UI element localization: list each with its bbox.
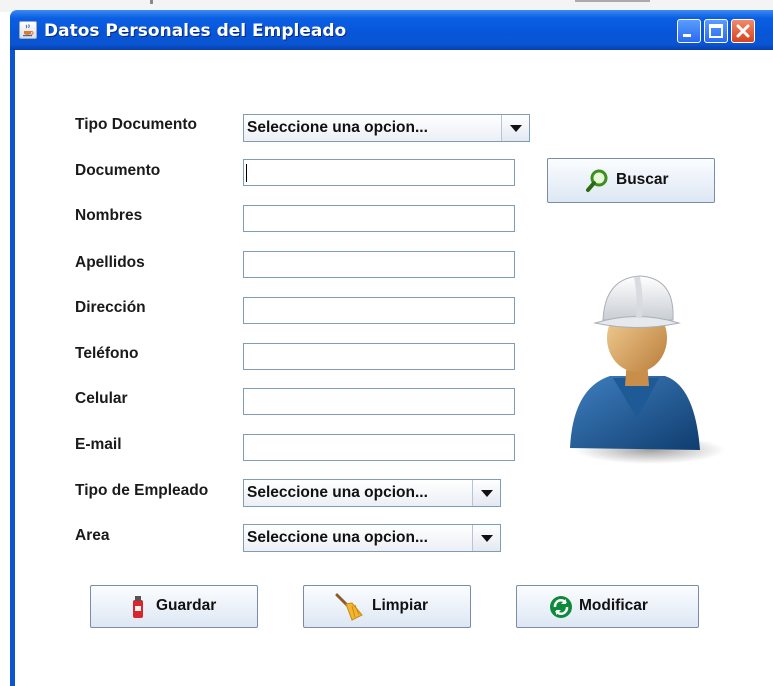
apellidos-label: Apellidos <box>75 254 145 271</box>
tipo-empleado-label: Tipo de Empleado <box>75 482 209 499</box>
modificar-button[interactable]: Modificar <box>516 585 699 628</box>
modificar-label: Modificar <box>579 597 648 614</box>
worker-hardhat-avatar-icon <box>570 275 725 464</box>
email-label: E-mail <box>75 436 122 453</box>
guardar-label: Guardar <box>156 597 217 614</box>
area-value: Seleccione una opcion... <box>247 529 428 546</box>
nombres-input[interactable] <box>243 205 515 232</box>
tipo-empleado-select[interactable]: Seleccione una opcion... <box>243 479 501 507</box>
limpiar-label: Limpiar <box>372 597 428 614</box>
magnifier-icon <box>586 169 608 192</box>
celular-label: Celular <box>75 390 128 407</box>
background-mark <box>575 0 650 2</box>
area-label: Area <box>75 527 110 544</box>
title-bar[interactable]: Datos Personales del Empleado <box>10 10 773 50</box>
direccion-input[interactable] <box>243 297 515 324</box>
documento-input[interactable] <box>243 159 515 186</box>
minimize-button[interactable] <box>677 19 701 43</box>
background-mark <box>150 0 153 4</box>
fire-extinguisher-icon <box>133 596 143 618</box>
area-select[interactable]: Seleccione una opcion... <box>243 524 501 552</box>
chevron-down-icon[interactable] <box>472 480 500 506</box>
tipo-empleado-value: Seleccione una opcion... <box>247 484 428 501</box>
tipo-documento-label: Tipo Documento <box>75 116 197 133</box>
direccion-label: Dirección <box>75 299 146 316</box>
minimize-icon <box>683 34 691 37</box>
buscar-label: Buscar <box>616 171 669 188</box>
guardar-button[interactable]: Guardar <box>90 585 258 628</box>
refresh-icon <box>550 596 572 618</box>
maximize-button[interactable] <box>704 19 728 43</box>
close-button[interactable] <box>731 19 755 43</box>
tipo-documento-value: Seleccione una opcion... <box>247 119 428 136</box>
nombres-label: Nombres <box>75 207 143 224</box>
chevron-down-icon[interactable] <box>472 525 500 551</box>
form-panel: Tipo Documento Seleccione una opcion... … <box>15 50 773 686</box>
chevron-down-icon[interactable] <box>501 115 529 141</box>
java-cup-icon <box>19 21 37 39</box>
tipo-documento-select[interactable]: Seleccione una opcion... <box>243 114 530 142</box>
broom-icon <box>335 593 363 621</box>
apellidos-input[interactable] <box>243 251 515 278</box>
limpiar-button[interactable]: Limpiar <box>303 585 471 628</box>
buscar-button[interactable]: Buscar <box>547 158 715 203</box>
telefono-label: Teléfono <box>75 345 139 362</box>
documento-label: Documento <box>75 162 161 179</box>
celular-input[interactable] <box>243 388 515 415</box>
maximize-icon <box>709 24 723 38</box>
text-caret <box>246 164 247 182</box>
telefono-input[interactable] <box>243 343 515 370</box>
close-icon <box>736 24 750 38</box>
window-title: Datos Personales del Empleado <box>44 21 347 41</box>
email-input[interactable] <box>243 434 515 461</box>
